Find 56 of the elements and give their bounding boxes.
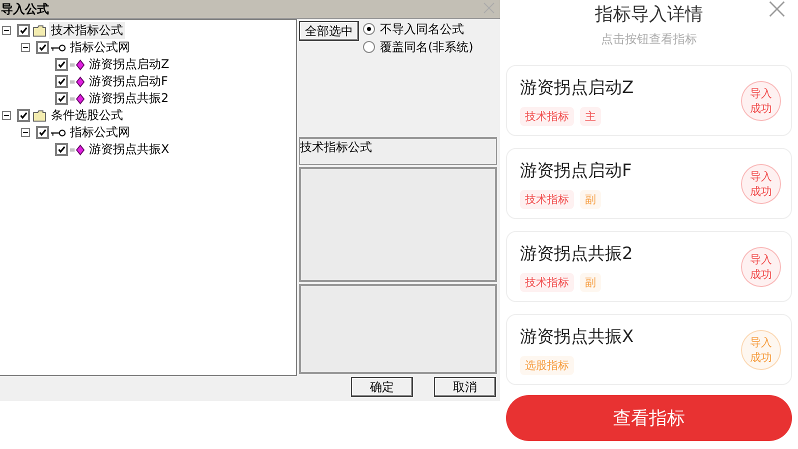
cancel-button[interactable]: 取消 xyxy=(434,377,496,397)
checkbox[interactable] xyxy=(55,143,68,156)
key-icon xyxy=(51,42,66,54)
diamond-icon xyxy=(70,76,85,88)
status-badge: 导入成功 xyxy=(741,80,781,120)
status-badge: 导入成功 xyxy=(741,330,781,370)
panel-subtitle: 点击按钮查看指标 xyxy=(601,31,697,48)
diamond-icon xyxy=(70,144,85,156)
select-all-button[interactable]: 全部选中 xyxy=(299,21,359,41)
folder-icon xyxy=(32,110,47,122)
checkbox[interactable] xyxy=(55,75,68,88)
radio-button[interactable] xyxy=(363,23,375,35)
view-button[interactable]: 查看指标 xyxy=(506,395,792,441)
tag: 选股指标 xyxy=(520,356,574,374)
panel-title: 指标导入详情 xyxy=(595,3,703,26)
checkbox[interactable] xyxy=(36,41,49,54)
info-text: 技术指标公式 xyxy=(300,140,372,154)
tag: 技术指标 xyxy=(520,190,574,208)
checkbox[interactable] xyxy=(55,92,68,105)
tree-item[interactable]: 游资拐点共振2 xyxy=(87,90,171,107)
tree-item[interactable]: 游资拐点共振X xyxy=(87,141,172,158)
checkbox[interactable] xyxy=(36,126,49,139)
status-badge: 导入成功 xyxy=(741,246,781,286)
checkbox[interactable] xyxy=(17,109,30,122)
tree-item[interactable]: 指标公式网 xyxy=(68,124,132,141)
close-icon[interactable] xyxy=(768,0,786,18)
tag: 副 xyxy=(580,190,601,208)
indicator-name: 游资拐点启动Z xyxy=(520,76,634,98)
checkbox[interactable] xyxy=(17,24,30,37)
indicator-name: 游资拐点共振X xyxy=(520,326,634,348)
tree-item[interactable]: 指标公式网 xyxy=(68,39,132,56)
tree-item[interactable]: 游资拐点启动Z xyxy=(87,56,172,73)
tag: 副 xyxy=(580,272,601,292)
tag: 技术指标 xyxy=(520,106,574,126)
collapse-icon[interactable] xyxy=(21,128,30,137)
status-badge: 导入成功 xyxy=(741,164,781,204)
tree-item[interactable]: 游资拐点启动F xyxy=(87,73,170,90)
ok-button[interactable]: 确定 xyxy=(351,377,413,397)
diamond-icon xyxy=(70,92,85,104)
indicator-name: 游资拐点启动F xyxy=(520,160,632,182)
checkbox[interactable] xyxy=(55,58,68,71)
key-icon xyxy=(51,126,66,138)
window-title: 导入公式 xyxy=(0,0,49,18)
collapse-icon[interactable] xyxy=(2,111,11,120)
option-label: 覆盖同名(非系统) xyxy=(380,38,474,56)
option-label: 不导入同名公式 xyxy=(380,20,464,38)
tree-item[interactable]: 技术指标公式 xyxy=(49,22,125,39)
collapse-icon[interactable] xyxy=(21,43,30,52)
folder-icon xyxy=(32,24,47,36)
indicator-name: 游资拐点共振2 xyxy=(520,242,633,264)
diamond-icon xyxy=(70,58,85,70)
radio-button[interactable] xyxy=(363,41,375,53)
tree-item[interactable]: 条件选股公式 xyxy=(49,107,125,124)
tag: 技术指标 xyxy=(520,272,574,292)
tag: 主 xyxy=(580,106,601,126)
collapse-icon[interactable] xyxy=(2,26,11,35)
